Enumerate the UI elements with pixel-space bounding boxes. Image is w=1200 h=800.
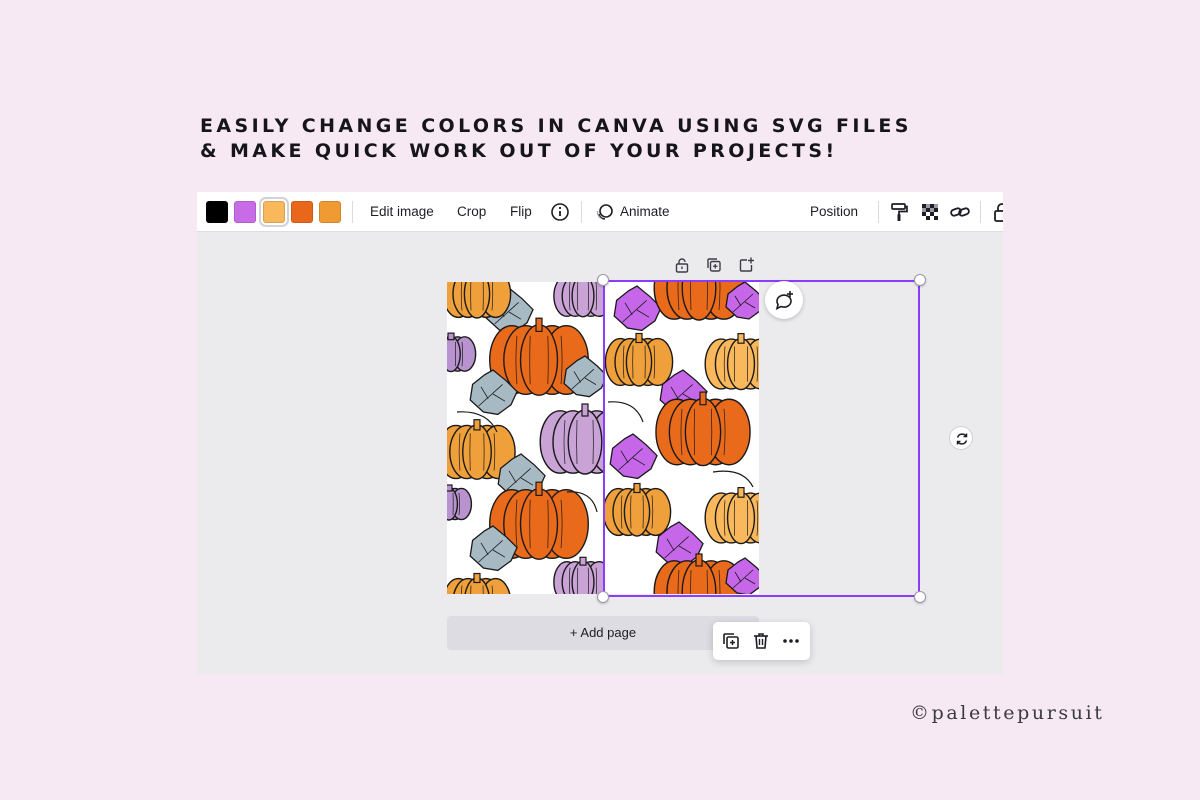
headline: EASILY CHANGE COLORS IN CANVA USING SVG … [200, 114, 960, 164]
duplicate-icon[interactable] [721, 631, 741, 651]
headline-line-1: EASILY CHANGE COLORS IN CANVA USING SVG … [200, 115, 912, 137]
selection-box[interactable] [603, 280, 920, 597]
pumpkin [447, 282, 512, 319]
rotate-handle[interactable] [949, 426, 973, 450]
brand-watermark: ©palettepursuit [910, 702, 1105, 724]
comment-button[interactable] [765, 281, 803, 319]
paint-roller-icon[interactable] [888, 200, 912, 224]
color-swatch-black[interactable] [206, 201, 228, 223]
canva-editor: Edit image Crop Flip Animate Position + … [197, 192, 1003, 674]
toolbar-divider [980, 201, 981, 223]
trash-icon[interactable] [751, 631, 771, 651]
lock-icon[interactable] [990, 200, 1003, 224]
pumpkin [553, 556, 603, 594]
info-icon[interactable] [548, 200, 572, 224]
toolbar-divider [581, 201, 582, 223]
pumpkin [553, 282, 603, 318]
resize-handle-top-right[interactable] [914, 274, 926, 286]
animate-icon[interactable] [593, 200, 617, 224]
pumpkin [539, 403, 603, 475]
color-swatch-orange[interactable] [319, 201, 341, 223]
rotate-icon [956, 433, 968, 445]
pumpkin-pattern-left[interactable] [447, 282, 603, 594]
add-comment-icon [775, 291, 793, 310]
resize-handle-top-left[interactable] [597, 274, 609, 286]
color-swatch-purple[interactable] [234, 201, 256, 223]
toolbar: Edit image Crop Flip Animate Position [197, 192, 1003, 232]
pumpkin [447, 484, 473, 521]
transparency-icon[interactable] [918, 200, 942, 224]
lock-icon[interactable] [673, 256, 691, 274]
resize-handle-bottom-right[interactable] [914, 591, 926, 603]
more-icon[interactable] [781, 631, 801, 651]
toolbar-divider [878, 201, 879, 223]
resize-handle-bottom-left[interactable] [597, 591, 609, 603]
link-icon[interactable] [948, 200, 972, 224]
headline-line-2: & MAKE QUICK WORK OUT OF YOUR PROJECTS! [200, 140, 838, 162]
animate-button[interactable]: Animate [620, 192, 670, 232]
color-swatch-light-orange[interactable] [263, 201, 285, 223]
pumpkin [447, 332, 477, 373]
color-swatch-dark-orange[interactable] [291, 201, 313, 223]
add-icon[interactable] [737, 256, 755, 274]
flip-button[interactable]: Flip [510, 192, 532, 232]
pumpkin [447, 572, 511, 594]
position-button[interactable]: Position [810, 192, 858, 232]
edit-image-button[interactable]: Edit image [370, 192, 434, 232]
toolbar-divider [352, 201, 353, 223]
context-menu [713, 622, 810, 660]
crop-button[interactable]: Crop [457, 192, 486, 232]
duplicate-icon[interactable] [705, 256, 723, 274]
